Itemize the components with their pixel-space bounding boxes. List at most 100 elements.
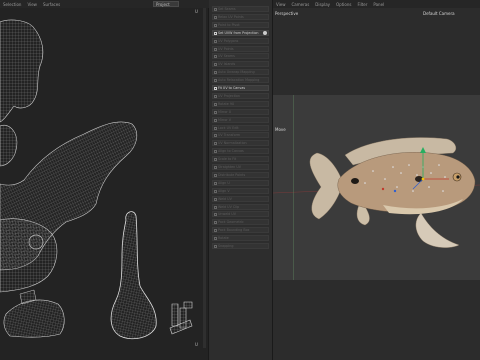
tool-item-label: UV Projection: [218, 93, 241, 98]
gizmo-marker-blue: [393, 189, 397, 193]
tool-item-29[interactable]: Rotate: [212, 235, 269, 242]
tool-icon: [214, 158, 217, 162]
tool-icon: [214, 94, 217, 98]
tool-item-label: Set Seams: [218, 7, 236, 11]
tool-item-label: Distribute Points: [218, 172, 246, 177]
uv-island-small-group[interactable]: [169, 301, 193, 335]
tool-item-21[interactable]: Distribute Points: [212, 171, 269, 178]
view-menu-item-3[interactable]: Options: [336, 2, 351, 7]
uv-island-head[interactable]: [0, 19, 44, 123]
tool-item-label: Relax UV Points: [218, 14, 244, 19]
tool-item-4[interactable]: UV Polygons: [212, 37, 269, 44]
tool-item-13[interactable]: Mirror U: [212, 108, 269, 115]
tool-item-label: Rotate: [218, 236, 229, 241]
tool-item-label: Pack Geometric: [218, 220, 244, 225]
tool-item-label: UV Seams: [218, 54, 235, 59]
tool-item-16[interactable]: UV Transform: [212, 132, 269, 139]
tool-item-12[interactable]: Rotate 90: [212, 100, 269, 107]
tool-icon: [214, 47, 217, 51]
tool-icon: [214, 118, 217, 122]
tool-icon: [214, 173, 217, 177]
tool-icon: [214, 63, 217, 67]
uv-canvas[interactable]: [0, 8, 200, 344]
uv-editor-menubar: Selection View Surfaces: [0, 0, 211, 8]
gizmo-marker-red: [381, 187, 385, 191]
world-axis-vertical: [293, 95, 294, 280]
uv-island-gill[interactable]: [0, 124, 18, 167]
gizmo-center[interactable]: [421, 177, 425, 181]
viewport-scene[interactable]: Move: [273, 95, 480, 280]
viewport-panel[interactable]: View Cameras Display Options Filter Pane…: [273, 0, 480, 360]
tool-item-label: Mirror V: [218, 117, 232, 122]
uv-menu-item-2[interactable]: Surfaces: [43, 2, 60, 7]
tool-item-7[interactable]: UV Islands: [212, 61, 269, 68]
tool-item-17[interactable]: UV Normalization: [212, 140, 269, 147]
tool-icon: [214, 181, 217, 185]
tool-item-8[interactable]: Auto Unwrap Mapping: [212, 69, 269, 76]
tool-item-26[interactable]: Unweld UV: [212, 211, 269, 218]
viewport-menubar: View Cameras Display Options Filter Pane…: [273, 0, 480, 8]
tool-item-label: Align U: [218, 180, 230, 185]
tool-icon: [214, 23, 217, 27]
tool-icon: [214, 102, 217, 106]
tool-icon: [214, 15, 217, 19]
tool-icon: [214, 110, 217, 114]
tool-item-9[interactable]: Auto Relaxation Mapping: [212, 77, 269, 84]
tool-icon: [214, 197, 217, 201]
tool-item-27[interactable]: Pack Geometric: [212, 219, 269, 226]
tool-icon: [214, 87, 217, 90]
tool-icon: [214, 31, 217, 35]
tool-item-label: Align to Canvas: [218, 149, 244, 154]
uv-menu-item-1[interactable]: View: [27, 2, 37, 7]
viewport-top-band: Perspective Default Camera: [273, 8, 480, 95]
tool-item-24[interactable]: Weld UV: [212, 195, 269, 202]
tool-item-label: Set UVW from Projection: [218, 30, 259, 35]
tool-item-14[interactable]: Mirror V: [212, 116, 269, 123]
tool-item-18[interactable]: Align to Canvas: [212, 148, 269, 155]
tool-item-25[interactable]: Weld UV Clip: [212, 203, 269, 210]
uv-editor-panel: Selection View Surfaces Project U U: [0, 0, 211, 360]
tool-item-2[interactable]: Point to Pivot: [212, 21, 269, 28]
view-menu-item-2[interactable]: Display: [315, 2, 330, 7]
tool-item-6[interactable]: UV Seams: [212, 53, 269, 60]
tool-item-5[interactable]: UV Points: [212, 45, 269, 52]
tool-item-30[interactable]: Snapping: [212, 243, 269, 249]
tool-item-10[interactable]: Fit UV to Canvas: [212, 85, 269, 91]
tool-item-label: Auto Unwrap Mapping: [218, 70, 255, 75]
tool-icon: [214, 213, 217, 217]
tool-item-23[interactable]: Align V: [212, 187, 269, 194]
uv-island-tail[interactable]: [110, 211, 157, 340]
tool-item-1[interactable]: Relax UV Points: [212, 13, 269, 20]
tool-item-20[interactable]: Straighten UV: [212, 164, 269, 170]
tool-item-15[interactable]: Lock UV Edit: [212, 124, 269, 131]
project-dropdown[interactable]: Project: [153, 1, 179, 7]
tool-item-label: Unweld UV: [218, 212, 236, 217]
tool-item-22[interactable]: Align U: [212, 179, 269, 186]
gear-icon[interactable]: [263, 31, 267, 35]
tool-item-28[interactable]: Pack Bounding Box: [212, 227, 269, 234]
tool-item-3[interactable]: Set UVW from Projection: [212, 29, 269, 36]
view-menu-item-0[interactable]: View: [276, 2, 286, 7]
uv-scrollbar[interactable]: [203, 8, 206, 348]
tool-icon: [214, 245, 217, 248]
tool-icon: [214, 221, 217, 225]
fish-model[interactable]: [273, 95, 480, 280]
tool-icon: [214, 8, 217, 11]
tool-item-19[interactable]: Scale to Fit: [212, 156, 269, 163]
tool-item-label: Lock UV Edit: [218, 125, 239, 130]
view-menu-item-4[interactable]: Filter: [357, 2, 367, 7]
tool-item-label: UV Islands: [218, 62, 236, 67]
tool-item-label: Pack Bounding Box: [218, 228, 250, 233]
tool-icon: [214, 39, 217, 43]
tool-item-label: Straighten UV: [218, 165, 241, 169]
view-menu-item-1[interactable]: Cameras: [292, 2, 310, 7]
tool-icon: [214, 189, 217, 193]
tool-item-label: Scale to Fit: [218, 157, 237, 162]
uv-island-pectoral[interactable]: [3, 299, 65, 338]
tool-item-0[interactable]: Set Seams: [212, 6, 269, 12]
uv-menu-item-0[interactable]: Selection: [3, 2, 21, 7]
view-menu-item-5[interactable]: Panel: [373, 2, 384, 7]
tool-item-11[interactable]: UV Projection: [212, 92, 269, 99]
fish-dark-spot-rear: [351, 178, 359, 184]
tool-item-label: Snapping: [218, 244, 234, 248]
